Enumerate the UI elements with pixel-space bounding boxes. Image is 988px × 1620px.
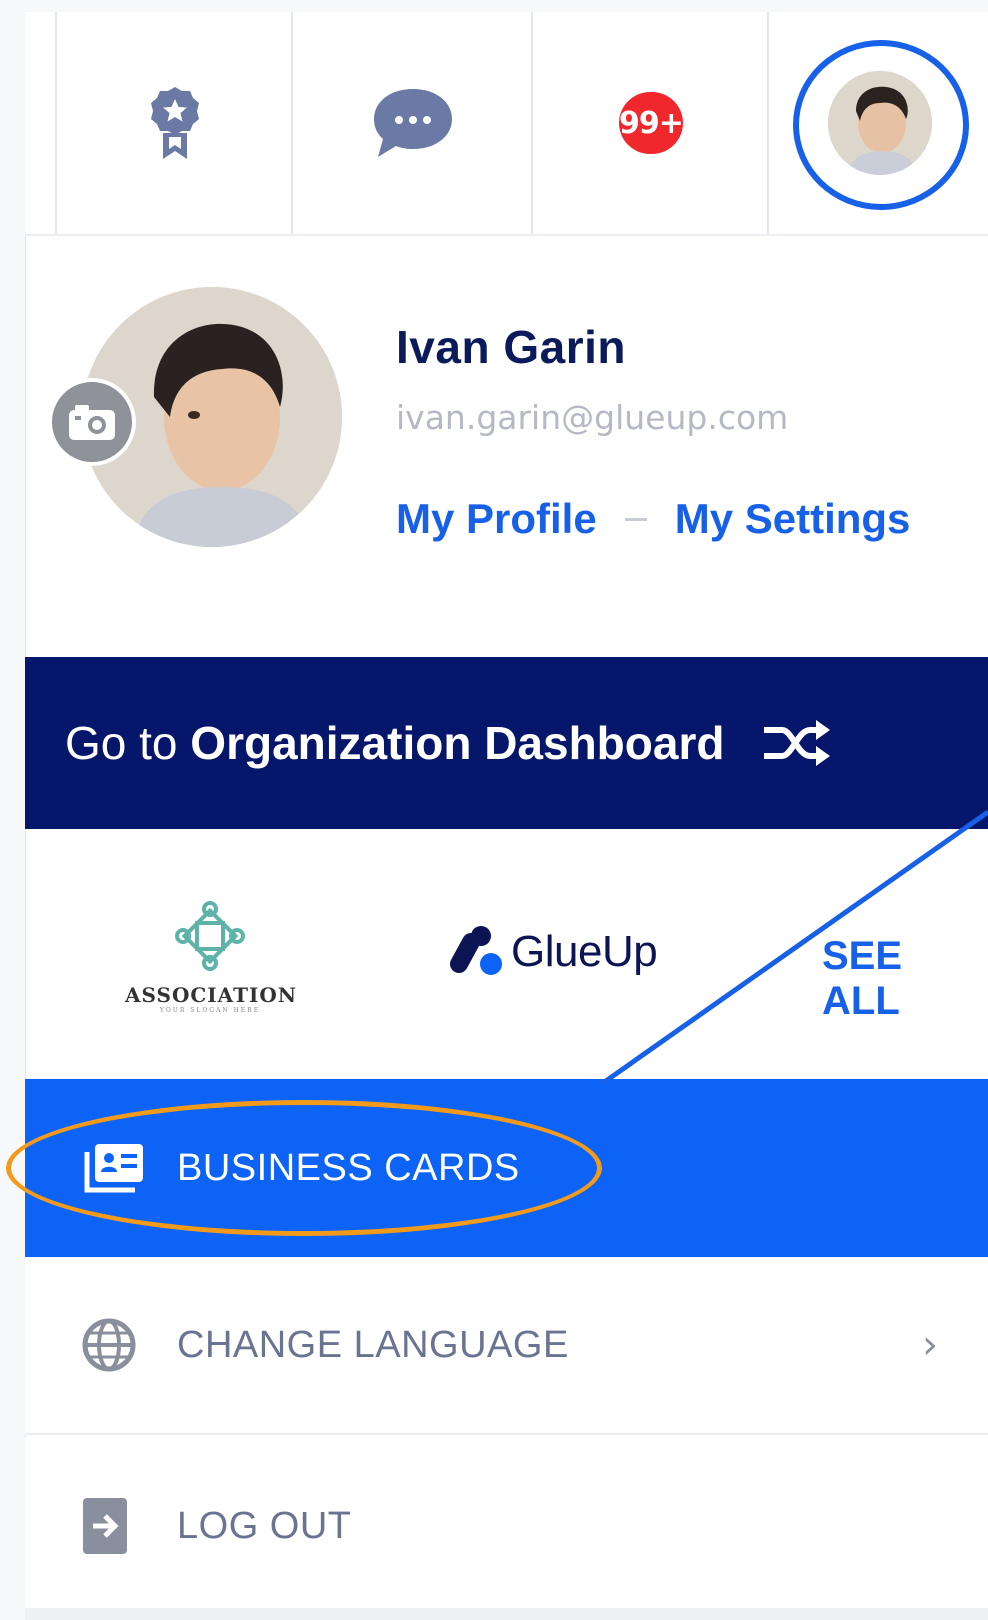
my-settings-link[interactable]: My Settings [675,495,911,543]
notifications-badge: 99+ [619,92,684,154]
my-profile-link[interactable]: My Profile [396,495,597,543]
association-org-logo[interactable]: ASSOCIATION YOUR SLOGAN HERE [125,901,298,1014]
change-language-label: CHANGE LANGUAGE [177,1323,569,1366]
org-dashboard-label: Go to Organization Dashboard [65,716,724,770]
window-left-edge [0,0,25,1620]
messages-button[interactable] [291,12,533,234]
glueup-logo-icon [450,926,502,975]
account-menu-button[interactable] [767,12,988,234]
avatar-photo-icon [827,71,932,175]
glueup-name: GlueUp [511,927,658,976]
bottom-edge [25,1608,988,1620]
association-emblem-icon [175,901,245,971]
user-name: Ivan Garin [396,321,626,373]
switch-shuffle-icon [764,720,831,766]
association-name: ASSOCIATION [125,983,298,1007]
business-cards-icon [84,1144,143,1193]
association-slogan: YOUR SLOGAN HERE [159,1007,261,1014]
globe-icon [82,1318,136,1372]
award-icon [151,87,199,159]
see-all-organizations-link[interactable]: SEE ALL [822,934,988,1024]
top-icon-bar: 99+ [25,12,988,234]
avatar [827,71,932,175]
chat-bubble-icon [374,89,452,157]
logout-icon [83,1498,127,1554]
chevron-right-icon: › [922,1322,938,1368]
achievements-button[interactable] [55,12,293,234]
org-dashboard-prefix: Go to [65,717,178,769]
business-cards-label: BUSINESS CARDS [177,1146,520,1189]
log-out-label: LOG OUT [177,1504,352,1547]
divider [25,234,988,236]
glueup-org-logo[interactable]: GlueUp [445,924,658,980]
link-separator [624,517,647,521]
organization-dashboard-button[interactable]: Go to Organization Dashboard [25,657,988,829]
user-email: ivan.garin@glueup.com [396,398,789,437]
organizations-row: ASSOCIATION YOUR SLOGAN HERE GlueUp SEE … [25,829,988,1079]
camera-icon [69,405,115,440]
business-cards-menu-item[interactable]: BUSINESS CARDS [25,1079,988,1257]
change-language-menu-item[interactable]: CHANGE LANGUAGE › [25,1257,988,1435]
change-photo-button[interactable] [48,378,136,466]
log-out-menu-item[interactable]: LOG OUT [25,1437,988,1615]
profile-links: My Profile My Settings [396,495,910,543]
org-dashboard-title: Organization Dashboard [190,717,725,769]
notifications-button[interactable]: 99+ [531,12,769,234]
